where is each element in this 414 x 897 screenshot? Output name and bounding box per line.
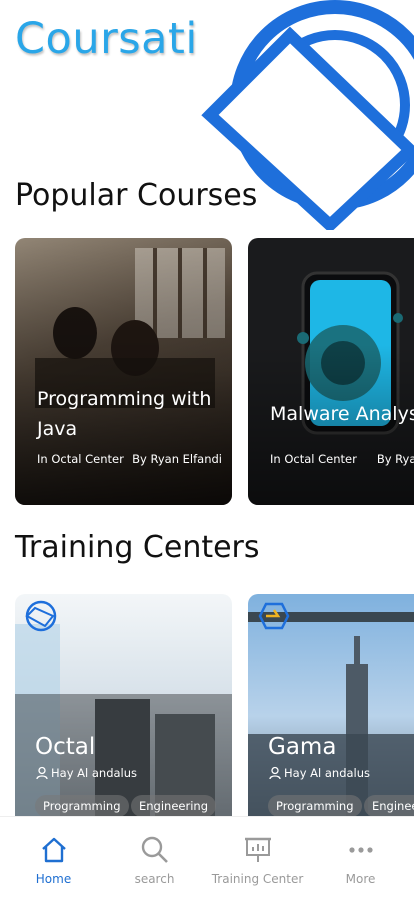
- person-location-icon: [269, 766, 281, 780]
- course-title: Malware Analysis: [270, 403, 414, 425]
- tab-search[interactable]: search: [103, 817, 206, 897]
- course-center: In Octal Center: [37, 452, 124, 466]
- center-tag: Engineering: [364, 795, 414, 816]
- training-center-card[interactable]: Octal Hay Al andalus Programming Enginee…: [15, 594, 232, 816]
- popular-courses-heading: Popular Courses: [15, 178, 258, 213]
- app-title: Coursati: [15, 14, 198, 64]
- bottom-tab-bar: Home search Training Center More: [0, 816, 414, 897]
- training-center-card[interactable]: Gama Hay Al andalus Programming Engineer…: [248, 594, 414, 816]
- center-name: Gama: [268, 734, 337, 760]
- tab-label: Training Center: [211, 872, 304, 886]
- course-title: Programming with Java: [37, 388, 212, 440]
- person-location-icon: [36, 766, 48, 780]
- center-location: Hay Al andalus: [51, 766, 138, 780]
- presentation-board-icon: [244, 837, 271, 862]
- course-center: In Octal Center: [270, 452, 357, 466]
- course-card[interactable]: Malware Analysis In Octal Center By Ryan…: [248, 238, 414, 505]
- tab-home[interactable]: Home: [2, 817, 105, 897]
- search-icon: [141, 836, 168, 863]
- tab-label: Home: [35, 872, 72, 886]
- training-centers-heading: Training Centers: [15, 530, 260, 565]
- course-author: By Ryan Elfandi: [376, 452, 414, 466]
- tab-label: search: [134, 872, 175, 886]
- home-icon: [41, 837, 66, 863]
- course-author: By Ryan Elfandi: [132, 452, 222, 466]
- center-name: Octal: [35, 734, 96, 760]
- center-tag: Programming: [35, 795, 129, 816]
- tab-label: More: [345, 872, 376, 886]
- more-dots-icon: [348, 847, 373, 853]
- tab-training-center[interactable]: Training Center: [206, 817, 309, 897]
- center-tag: Engineering: [131, 795, 216, 816]
- gama-logo-icon: [258, 602, 290, 630]
- course-card[interactable]: Programming with Java In Octal Center By…: [15, 238, 232, 505]
- center-location: Hay Al andalus: [284, 766, 371, 780]
- tab-more[interactable]: More: [309, 817, 412, 897]
- octal-logo-icon: [25, 600, 57, 632]
- center-tag: Programming: [268, 795, 362, 816]
